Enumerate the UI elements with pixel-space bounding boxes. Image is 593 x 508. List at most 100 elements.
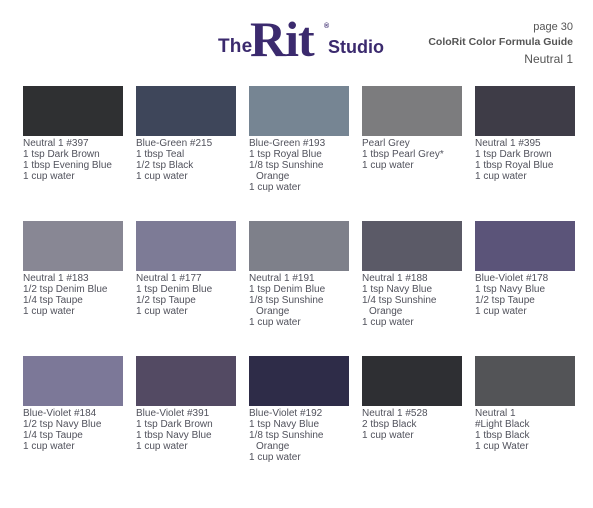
color-swatch	[136, 86, 236, 136]
formula-line: Orange	[256, 306, 290, 317]
color-swatch	[249, 86, 349, 136]
color-swatch	[249, 356, 349, 406]
swatch-name: Pearl Grey	[362, 138, 410, 149]
logo-rit-text: Rit	[250, 11, 315, 67]
formula-line: Orange	[256, 171, 290, 182]
color-swatch	[249, 221, 349, 271]
swatch-name: Neutral 1 #183	[23, 273, 89, 284]
color-swatch	[475, 86, 575, 136]
formula-line: 1 cup water	[249, 452, 301, 463]
formula-line: 1 tbsp Evening Blue	[23, 160, 112, 171]
swatch-card: Neutral 1 #397 1 tsp Dark Brown 1 tbsp Eve…	[23, 86, 123, 182]
formula-line: 1 tsp Denim Blue	[136, 284, 213, 295]
section-title: Neutral 1	[524, 52, 573, 66]
formula-line: 1/2 tsp Taupe	[136, 295, 196, 306]
color-swatch	[23, 356, 123, 406]
formula-line: 1 tsp Dark Brown	[23, 149, 100, 160]
color-swatch	[475, 221, 575, 271]
color-swatch	[23, 86, 123, 136]
swatch-card: Neutral 1 #191 1 tsp Denim Blue 1/8 tsp Su…	[249, 221, 349, 328]
logo-the-text: The	[218, 36, 253, 57]
swatch-card: Blue-Green #193 1 tsp Royal Blue 1/8 tsp S…	[249, 86, 349, 193]
swatch-name: Neutral 1 #397	[23, 138, 89, 149]
formula-line: 1 tsp Navy Blue	[362, 284, 433, 295]
swatch-card: Blue-Violet #184 1/2 tsp Navy Blue 1/4 tsp…	[23, 356, 123, 452]
formula-line: 1 cup water	[362, 430, 414, 441]
formula-line: 1/2 tsp Taupe	[475, 295, 535, 306]
formula-line: 1 cup Water	[475, 441, 529, 452]
formula-line: 1 cup water	[249, 317, 301, 328]
swatch-name: Blue-Violet #391	[136, 408, 210, 419]
formula-line: 1 tbsp Black	[475, 430, 530, 441]
logo-registered-mark: ®	[324, 23, 330, 30]
formula-line: 1 cup water	[136, 306, 188, 317]
formula-line: 1 tsp Dark Brown	[475, 149, 552, 160]
swatch-card: Blue-Violet #178 1 tsp Navy Blue 1/2 tsp T…	[475, 221, 575, 317]
formula-line: 1 cup water	[362, 160, 414, 171]
swatch-name: Blue-Violet #184	[23, 408, 97, 419]
formula-line: 1 tsp Dark Brown	[136, 419, 213, 430]
formula-line: 1 tbsp Navy Blue	[136, 430, 212, 441]
swatch-card: Neutral 1 #528 2 tbsp Black 1 cup water	[362, 356, 462, 441]
swatch-card: Neutral 1 #188 1 tsp Navy Blue 1/4 tsp Sun…	[362, 221, 462, 328]
formula-line: 1 cup water	[136, 441, 188, 452]
swatch-card: Neutral 1 #177 1 tsp Denim Blue 1/2 tsp Ta…	[136, 221, 236, 317]
swatch-name: Blue-Violet #192	[249, 408, 323, 419]
color-swatch	[136, 221, 236, 271]
formula-line: 1/2 tsp Black	[136, 160, 194, 171]
formula-line: 1 tsp Navy Blue	[475, 284, 546, 295]
formula-line: 1 cup water	[475, 306, 527, 317]
formula-line: 1/8 tsp Sunshine	[249, 160, 324, 171]
formula-line: Orange	[369, 306, 403, 317]
swatch-name: Blue-Violet #178	[475, 273, 549, 284]
formula-line: 1/4 tsp Taupe	[23, 295, 83, 306]
formula-line: 1/2 tsp Navy Blue	[23, 419, 102, 430]
swatch-name: Neutral 1 #188	[362, 273, 428, 284]
page-number: page 30	[533, 21, 573, 33]
formula-line: 1/2 tsp Denim Blue	[23, 284, 108, 295]
formula-line: 1 cup water	[23, 306, 75, 317]
swatch-card: Pearl Grey 1 tbsp Pearl Grey* 1 cup water	[362, 86, 462, 171]
swatch-name: Blue-Green #215	[136, 138, 213, 149]
color-swatch	[362, 221, 462, 271]
color-swatch	[23, 221, 123, 271]
rit-studio-logo: The Rit ® Studio	[216, 14, 386, 70]
formula-line: 1/4 tsp Taupe	[23, 430, 83, 441]
guide-title: ColoRit Color Formula Guide	[428, 36, 573, 48]
formula-line: 1 cup water	[23, 171, 75, 182]
formula-line: 1 tbsp Royal Blue	[475, 160, 554, 171]
formula-line: 1 cup water	[23, 441, 75, 452]
swatch-card: Blue-Green #215 1 tbsp Teal 1/2 tsp Black 1…	[136, 86, 236, 182]
color-swatch	[362, 86, 462, 136]
formula-line: 1/8 tsp Sunshine	[249, 295, 324, 306]
formula-line: Orange	[256, 441, 290, 452]
formula-line: 1/8 tsp Sunshine	[249, 430, 324, 441]
swatch-card: Blue-Violet #391 1 tsp Dark Brown 1 tbsp N…	[136, 356, 236, 452]
formula-line: 1 tsp Denim Blue	[249, 284, 326, 295]
swatch-card: Neutral 1 #183 1/2 tsp Denim Blue 1/4 tsp …	[23, 221, 123, 317]
color-swatch	[136, 356, 236, 406]
swatch-name: Neutral 1 #177	[136, 273, 202, 284]
swatch-name: Neutral 1 #528	[362, 408, 428, 419]
formula-line: 1 tbsp Teal	[136, 149, 185, 160]
formula-line: 1 cup water	[136, 171, 188, 182]
swatch-card: Neutral 1 #395 1 tsp Dark Brown 1 tbsp Roy…	[475, 86, 575, 182]
color-swatch	[362, 356, 462, 406]
formula-line: #Light Black	[475, 419, 530, 430]
formula-line: 1 tbsp Pearl Grey*	[362, 149, 444, 160]
swatch-name: Neutral 1	[475, 408, 516, 419]
logo-studio-text: Studio	[328, 37, 384, 57]
formula-line: 2 tbsp Black	[362, 419, 417, 430]
swatch-name: Neutral 1 #191	[249, 273, 315, 284]
formula-line: 1 cup water	[475, 171, 527, 182]
formula-line: 1 cup water	[362, 317, 414, 328]
page-info: page 30 ColoRit Color Formula Guide Neut…	[428, 20, 573, 68]
swatch-card: Neutral 1 #Light Black 1 tbsp Black 1 cup W…	[475, 356, 575, 452]
formula-line: 1 tsp Navy Blue	[249, 419, 320, 430]
swatch-name: Blue-Green #193	[249, 138, 326, 149]
color-swatch	[475, 356, 575, 406]
formula-line: 1/4 tsp Sunshine	[362, 295, 437, 306]
swatch-name: Neutral 1 #395	[475, 138, 541, 149]
formula-line: 1 cup water	[249, 182, 301, 193]
swatch-card: Blue-Violet #192 1 tsp Navy Blue 1/8 tsp S…	[249, 356, 349, 463]
